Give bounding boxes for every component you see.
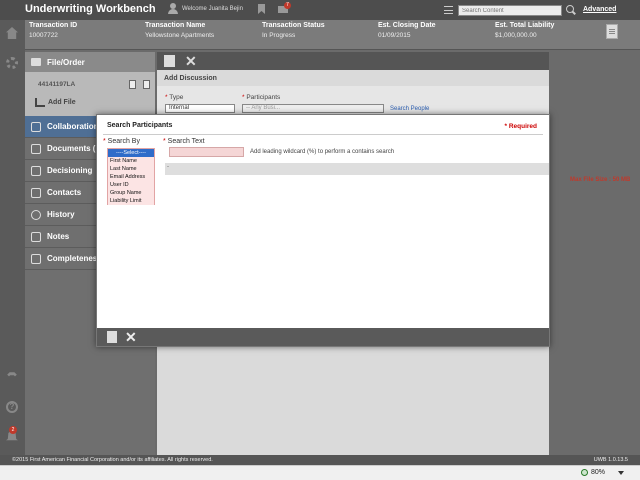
app-title: Underwriting Workbench [25, 3, 156, 15]
results-header: - [165, 163, 549, 175]
search-participants-dialog: Search Participants * Required * Search … [96, 114, 550, 347]
main-toolbar: ✕ [157, 52, 549, 70]
search-icon[interactable] [566, 5, 574, 13]
nav-item-label: Completeness [47, 254, 102, 263]
max-file-size: Max File Size : 50 MB [570, 177, 631, 183]
nav-item-label: Collaboration [47, 122, 99, 131]
paperclip-icon [31, 144, 41, 154]
type-label: * Type [165, 94, 184, 101]
file-order-header[interactable]: File/Order [25, 52, 155, 72]
nav-item-label: Notes [47, 232, 70, 241]
option-first-name[interactable]: First Name [108, 157, 154, 165]
option-select[interactable]: ----Select---- [108, 149, 154, 157]
globe-icon [580, 469, 588, 476]
search-people-link[interactable]: Search People [390, 106, 429, 112]
top-bar: Underwriting Workbench Welcome Juanita B… [0, 0, 640, 20]
version: UWB 1.0.13.5 [593, 457, 628, 463]
phone-icon[interactable] [7, 372, 17, 377]
chevron-down-icon[interactable] [618, 470, 624, 475]
advanced-search-link[interactable]: Advanced [583, 6, 616, 13]
left-rail: ? 2 [0, 20, 25, 455]
contacts-icon [31, 188, 41, 198]
add-file-button[interactable]: Add File [35, 98, 76, 107]
file-card: 44141197LA Add File [25, 72, 155, 116]
total-liability-column: Est. Total Liability $1,000,000.00 [495, 22, 554, 39]
clock-icon [31, 210, 41, 220]
copyright: ©2015 First American Financial Corporati… [12, 457, 213, 463]
pdf-icon[interactable] [129, 80, 136, 89]
close-icon[interactable]: ✕ [185, 53, 197, 70]
column-value: Yellowstone Apartments [145, 32, 215, 39]
user-icon [168, 3, 178, 14]
search-by-label: * Search By [103, 138, 140, 145]
type-select[interactable]: Internal [165, 104, 235, 113]
document-icon[interactable] [606, 24, 618, 39]
search-text-input[interactable] [169, 147, 244, 157]
column-label: Transaction ID [29, 22, 78, 29]
results-marker: - [167, 164, 169, 170]
transaction-name-column: Transaction Name Yellowstone Apartments [145, 22, 214, 39]
bookmark-icon[interactable] [258, 4, 265, 14]
column-value: 10007722 [29, 32, 58, 39]
column-value: 01/09/2015 [378, 32, 411, 39]
wildcard-hint: Add leading wildcard (%) to perform a co… [250, 149, 395, 155]
welcome-text: Welcome Juanita Bejin [182, 5, 243, 12]
divider [103, 134, 543, 135]
browser-status-bar: 80% [0, 465, 640, 480]
discussion-title: Add Discussion [164, 75, 217, 82]
participants-label: * Participants [242, 94, 281, 101]
home-icon[interactable] [6, 27, 18, 39]
chat-icon [31, 122, 41, 132]
search-text-label: * Search Text [163, 138, 205, 145]
decision-icon [31, 166, 41, 176]
column-label: Est. Total Liability [495, 22, 555, 29]
column-value: In Progress [262, 32, 296, 39]
transaction-id-column: Transaction ID 10007722 [29, 22, 77, 39]
welcome-area[interactable]: Welcome Juanita Bejin [168, 3, 243, 14]
dialog-title: Search Participants [107, 122, 173, 129]
column-label: Transaction Status [262, 22, 325, 29]
file-number: 44141197LA [38, 81, 76, 88]
help-icon[interactable]: ? [6, 401, 18, 413]
column-label: Est. Closing Date [378, 22, 436, 29]
zoom-control[interactable]: 80% [580, 469, 624, 476]
add-file-label: Add File [48, 99, 76, 106]
option-email-address[interactable]: Email Address [108, 173, 154, 181]
required-note: * Required [504, 123, 537, 130]
save-icon[interactable] [107, 331, 117, 343]
close-icon[interactable]: ✕ [125, 329, 137, 346]
closing-date-column: Est. Closing Date 01/09/2015 [378, 22, 436, 39]
search-input[interactable] [458, 5, 562, 16]
search-by-dropdown[interactable]: ----Select---- First Name Last Name Emai… [107, 148, 155, 205]
pdf-icon[interactable] [143, 80, 150, 89]
nav-item-label: History [47, 210, 75, 219]
footer-bar: ©2015 First American Financial Corporati… [0, 455, 640, 465]
gear-icon[interactable] [6, 57, 18, 69]
mail-count-badge: 7 [284, 2, 291, 9]
nav-item-label: Documents ( [47, 144, 96, 153]
column-label: Transaction Name [145, 22, 206, 29]
dialog-footer: ✕ [97, 328, 549, 346]
column-value: $1,000,000.00 [495, 32, 537, 39]
zoom-level: 80% [590, 469, 605, 476]
option-last-name[interactable]: Last Name [108, 165, 154, 173]
nav-item-label: Decisioning [47, 166, 93, 175]
list-icon[interactable] [444, 6, 453, 14]
transaction-status-column: Transaction Status In Progress [262, 22, 325, 39]
notes-icon [31, 232, 41, 242]
notification-badge: 2 [9, 426, 17, 434]
option-user-id[interactable]: User ID [108, 181, 154, 189]
participants-select[interactable]: -- Any Busi... [242, 104, 384, 113]
folder-icon [31, 58, 41, 66]
file-order-label: File/Order [47, 58, 85, 67]
option-liability-limit[interactable]: Liability Limit [108, 197, 154, 205]
transaction-bar: Transaction ID 10007722 Transaction Name… [0, 20, 640, 50]
option-group-name[interactable]: Group Name [108, 189, 154, 197]
nav-item-label: Contacts [47, 188, 82, 197]
save-icon[interactable] [164, 55, 175, 67]
checklist-icon [31, 254, 41, 264]
add-file-icon [35, 98, 45, 107]
